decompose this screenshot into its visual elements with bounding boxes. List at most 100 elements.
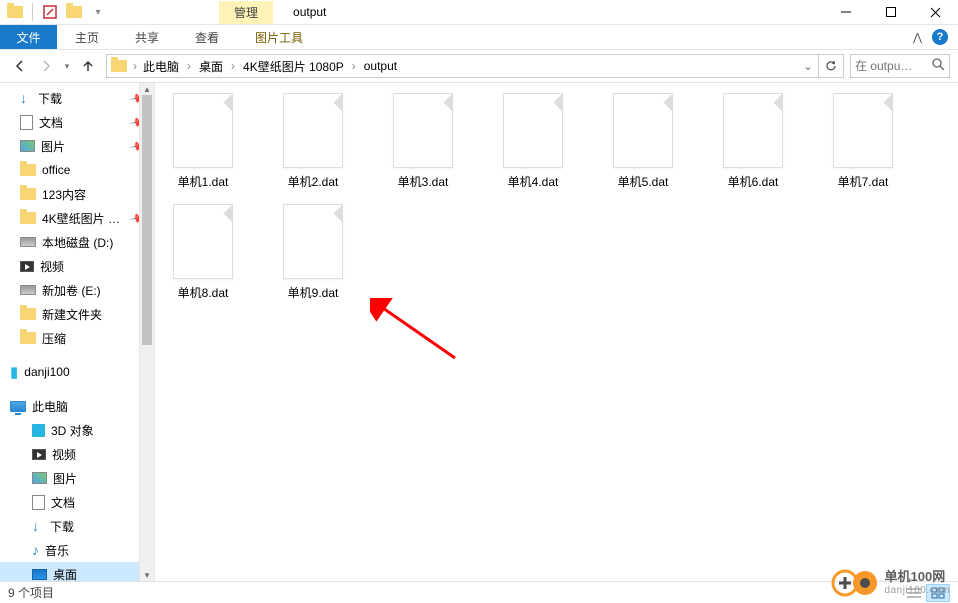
ribbon-expand-icon[interactable]: ⋀	[913, 31, 922, 44]
sidebar-item-pictures2[interactable]: 图片	[0, 466, 154, 490]
file-item[interactable]: 单机6.dat	[713, 93, 793, 190]
file-item[interactable]: 单机1.dat	[163, 93, 243, 190]
sidebar-item-newfolder[interactable]: 新建文件夹	[0, 302, 154, 326]
sidebar-item-label: 文档	[39, 114, 63, 131]
refresh-button[interactable]	[818, 54, 844, 78]
sidebar-item-3dobjects[interactable]: 3D 对象	[0, 418, 154, 442]
file-item[interactable]: 单机8.dat	[163, 204, 243, 301]
tab-share[interactable]: 共享	[117, 25, 177, 49]
file-thumbnail-icon	[393, 93, 453, 168]
nav-back-button[interactable]	[8, 54, 32, 78]
sidebar-item-label: office	[42, 163, 70, 177]
file-item[interactable]: 单机4.dat	[493, 93, 573, 190]
sidebar-item-downloads[interactable]: 下载📌	[0, 86, 154, 110]
drive-icon	[20, 285, 36, 295]
sidebar-item-label: 4K壁纸图片 …	[42, 210, 120, 227]
navigation-toolbar: ▾ › 此电脑 › 桌面 › 4K壁纸图片 1080P › output ⌄	[0, 50, 958, 83]
sidebar-item-video[interactable]: 视频	[0, 254, 154, 278]
drive-icon	[20, 237, 36, 247]
sidebar-item-documents[interactable]: 文档📌	[0, 110, 154, 134]
file-item[interactable]: 单机9.dat	[273, 204, 353, 301]
sidebar-item-documents2[interactable]: 文档	[0, 490, 154, 514]
status-bar: 9 个项目	[0, 581, 958, 603]
breadcrumb-thispc[interactable]: 此电脑	[139, 57, 183, 76]
sidebar-item-thispc[interactable]: 此电脑	[0, 394, 154, 418]
status-item-count: 9 个项目	[8, 584, 54, 601]
qat-properties-icon[interactable]	[39, 1, 61, 23]
qat-newfolder-icon[interactable]	[63, 1, 85, 23]
minimize-button[interactable]	[823, 0, 868, 25]
computer-icon	[10, 401, 26, 412]
annotation-arrow-icon	[370, 298, 460, 363]
sidebar-item-drive-d[interactable]: 本地磁盘 (D:)	[0, 230, 154, 254]
sidebar-item-downloads2[interactable]: 下载	[0, 514, 154, 538]
breadcrumb-chevron-icon[interactable]: ›	[229, 59, 237, 73]
sidebar-item-123[interactable]: 123内容	[0, 182, 154, 206]
address-dropdown-icon[interactable]: ⌄	[799, 55, 817, 77]
sidebar-item-label: danji100	[24, 365, 69, 379]
qat-customize-dropdown[interactable]: ▾	[87, 1, 109, 23]
sidebar-item-label: 视频	[52, 446, 76, 463]
file-item[interactable]: 单机2.dat	[273, 93, 353, 190]
tab-file[interactable]: 文件	[0, 25, 57, 49]
file-name: 单机8.dat	[163, 284, 243, 301]
cloud-icon: ▮	[10, 363, 18, 381]
navigation-pane: 下载📌 文档📌 图片📌 office 123内容 4K壁纸图片 …📌 本地磁盘 …	[0, 83, 155, 581]
search-icon[interactable]	[932, 58, 945, 74]
scroll-down-icon[interactable]: ▾	[140, 569, 154, 581]
file-view[interactable]: 单机1.dat 单机2.dat 单机3.dat 单机4.dat 单机5.dat …	[155, 83, 958, 581]
maximize-button[interactable]	[868, 0, 913, 25]
sidebar-item-label: 123内容	[42, 186, 86, 203]
file-name: 单机7.dat	[823, 173, 903, 190]
file-name: 单机6.dat	[713, 173, 793, 190]
sidebar-item-music[interactable]: ♪音乐	[0, 538, 154, 562]
sidebar-item-danji100[interactable]: ▮ danji100	[0, 360, 154, 384]
breadcrumb-chevron-icon[interactable]: ›	[350, 59, 358, 73]
watermark-title: 单机100网	[885, 570, 950, 584]
breadcrumb-chevron-icon[interactable]: ›	[185, 59, 193, 73]
document-icon	[32, 495, 45, 510]
sidebar-scrollbar[interactable]: ▴ ▾	[139, 83, 154, 581]
nav-forward-button[interactable]	[34, 54, 58, 78]
file-name: 单机5.dat	[603, 173, 683, 190]
nav-history-dropdown[interactable]: ▾	[60, 54, 74, 78]
sidebar-item-label: 压缩	[42, 330, 66, 347]
close-button[interactable]	[913, 0, 958, 25]
cube-icon	[32, 424, 45, 437]
file-item[interactable]: 单机7.dat	[823, 93, 903, 190]
quick-access-toolbar: ▾	[0, 1, 109, 23]
sidebar-item-drive-e[interactable]: 新加卷 (E:)	[0, 278, 154, 302]
sidebar-item-4k[interactable]: 4K壁纸图片 …📌	[0, 206, 154, 230]
sidebar-item-office[interactable]: office	[0, 158, 154, 182]
sidebar-item-desktop[interactable]: 桌面	[0, 562, 154, 581]
file-item[interactable]: 单机3.dat	[383, 93, 463, 190]
search-input[interactable]	[855, 59, 928, 73]
sidebar-item-pictures[interactable]: 图片📌	[0, 134, 154, 158]
help-icon[interactable]: ?	[932, 29, 948, 45]
breadcrumb-desktop[interactable]: 桌面	[195, 57, 227, 76]
file-thumbnail-icon	[283, 93, 343, 168]
breadcrumb-chevron-icon[interactable]: ›	[131, 59, 139, 73]
address-bar[interactable]: › 此电脑 › 桌面 › 4K壁纸图片 1080P › output ⌄	[106, 54, 844, 78]
download-icon	[20, 92, 32, 104]
picture-icon	[20, 140, 35, 152]
file-item[interactable]: 单机5.dat	[603, 93, 683, 190]
breadcrumb-folder1[interactable]: 4K壁纸图片 1080P	[239, 57, 348, 76]
sidebar-item-video2[interactable]: 视频	[0, 442, 154, 466]
nav-up-button[interactable]	[76, 54, 100, 78]
tab-picture-tools[interactable]: 图片工具	[237, 25, 321, 49]
folder-icon	[20, 164, 36, 176]
search-box[interactable]	[850, 54, 950, 78]
document-icon	[20, 115, 33, 130]
sidebar-item-zip[interactable]: 压缩	[0, 326, 154, 350]
sidebar-item-label: 图片	[41, 138, 65, 155]
tab-home[interactable]: 主页	[57, 25, 117, 49]
sidebar-item-label: 此电脑	[32, 398, 68, 415]
tab-view[interactable]: 查看	[177, 25, 237, 49]
breadcrumb-folder2[interactable]: output	[360, 58, 401, 74]
sidebar-item-label: 3D 对象	[51, 422, 94, 439]
qat-folder-icon[interactable]	[4, 1, 26, 23]
scroll-up-icon[interactable]: ▴	[140, 83, 154, 95]
watermark: 单机100网 danji100.com	[831, 569, 950, 597]
scrollbar-thumb[interactable]	[142, 95, 152, 345]
